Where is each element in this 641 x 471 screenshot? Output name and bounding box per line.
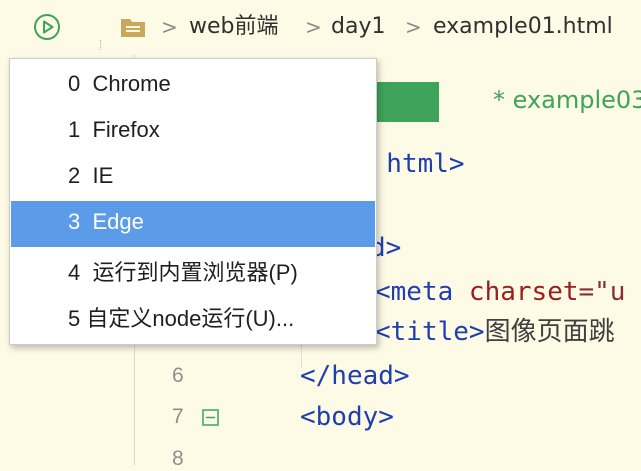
breadcrumb-separator: > [161,15,178,39]
folder-icon[interactable] [120,16,146,38]
menu-item-custom-node[interactable]: 5 自定义node运行(U)... [11,293,375,339]
code-line-head-close[interactable]: </head> [300,360,410,392]
run-browser-menu: 0 Chrome 1 Firefox 2 IE 3 Edge 4 运行到内置浏览… [9,58,377,345]
breadcrumb-separator: > [405,15,422,39]
menu-item-ie[interactable]: 2 IE [11,155,375,201]
breadcrumb-item-folder[interactable]: web前端 [189,12,279,42]
line-number: 8 [172,447,184,470]
menu-item-chrome[interactable]: 0 Chrome [11,63,375,109]
menu-item-builtin-browser[interactable]: 4 运行到内置浏览器(P) [11,247,375,293]
menu-item-firefox[interactable]: 1 Firefox [11,109,375,155]
code-line-title[interactable]: <title>图像页面跳 [375,316,615,348]
breadcrumb-separator: > [305,15,322,39]
tab-modified-file[interactable]: * example03 [493,86,641,114]
code-line-meta[interactable]: <meta charset="u [375,276,625,308]
toolbar-divider [100,40,101,50]
menu-item-edge[interactable]: 3 Edge [11,201,375,247]
breadcrumb-item-file[interactable]: example01.html [433,12,613,42]
toolbar: > web前端 > day1 > example01.html [0,0,641,54]
fold-collapse-icon[interactable] [202,409,219,426]
line-number: 6 [172,364,184,387]
play-circle-icon[interactable] [33,13,61,41]
breadcrumb-item-subfolder[interactable]: day1 [331,12,385,42]
code-line-body[interactable]: <body> [300,401,394,433]
line-number: 7 [172,405,184,428]
